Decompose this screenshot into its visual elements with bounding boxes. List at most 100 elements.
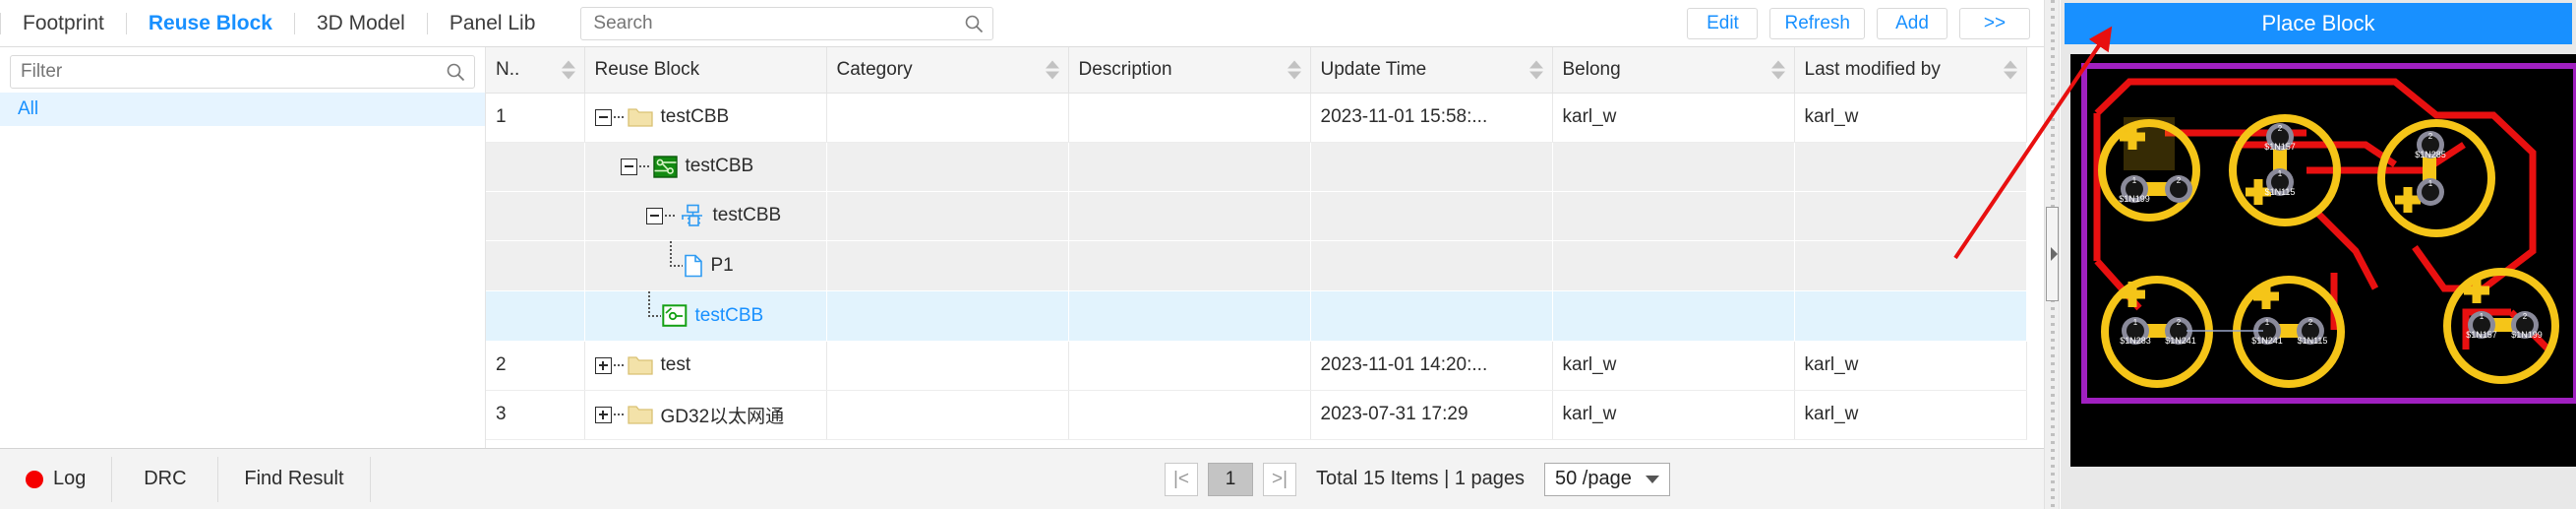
svg-text:1: 1 — [2265, 318, 2270, 327]
tab-find-result[interactable]: Find Result — [218, 456, 371, 502]
first-page-button[interactable]: |< — [1165, 462, 1199, 496]
cell-belong — [1552, 191, 1794, 240]
edit-button[interactable]: Edit — [1687, 7, 1759, 39]
cell-reuse-block[interactable]: testCBB — [584, 93, 827, 143]
cell-belong — [1552, 290, 1794, 341]
column-header-update-time[interactable]: Update Time — [1310, 47, 1553, 94]
cell-reuse-block[interactable]: testCBB — [584, 191, 826, 240]
sort-toggle-belong[interactable] — [1770, 60, 1785, 80]
svg-text:1: 1 — [2133, 318, 2138, 327]
svg-text:2: 2 — [2177, 318, 2182, 327]
column-header-category[interactable]: Category — [826, 47, 1069, 94]
cell-category — [826, 93, 1069, 143]
svg-text:$1N283: $1N283 — [2120, 336, 2151, 346]
svg-text:2: 2 — [2428, 132, 2433, 141]
table-row[interactable]: testCBB — [486, 142, 2026, 191]
svg-text:1: 1 — [2428, 179, 2433, 188]
table-row[interactable]: 3 GD32以太网通 2023-07-31 17:29 karl_w karl_… — [486, 390, 2027, 440]
svg-text:$1N157: $1N157 — [2466, 330, 2497, 340]
sort-toggle-update-time[interactable] — [1528, 60, 1543, 80]
cell-no: 2 — [486, 341, 585, 391]
pcb-preview-canvas[interactable]: 1 2 $1N199 2 $1N157 1 $1N115 2 $1N285 1 … — [2070, 54, 2576, 467]
sort-toggle-description[interactable] — [1287, 60, 1301, 80]
column-header-belong[interactable]: Belong — [1552, 47, 1795, 94]
filter-input[interactable] — [10, 55, 475, 89]
cell-reuse-block[interactable]: GD32以太网通 — [584, 390, 827, 440]
cell-last-modified-by: karl_w — [1794, 341, 2027, 391]
tab-panel-lib[interactable]: Panel Lib — [428, 1, 558, 46]
tab-3d-model[interactable]: 3D Model — [295, 1, 427, 46]
refresh-button[interactable]: Refresh — [1769, 7, 1865, 39]
column-header-description[interactable]: Description — [1068, 47, 1311, 94]
cell-last-modified-by — [1794, 142, 2026, 191]
expander-expand-icon[interactable] — [594, 356, 612, 374]
cell-no — [486, 290, 584, 341]
expander-collapse-icon[interactable] — [645, 207, 663, 224]
cell-description — [1068, 240, 1310, 290]
cell-update-time — [1310, 240, 1552, 290]
tab-footprint[interactable]: Footprint — [1, 1, 126, 46]
expander-expand-icon[interactable] — [594, 406, 612, 423]
more-actions-button[interactable]: >> — [1959, 7, 2030, 39]
cell-no — [486, 142, 584, 191]
current-page-button[interactable]: 1 — [1208, 462, 1254, 496]
page-size-select[interactable]: 50 /page — [1544, 462, 1670, 496]
cell-reuse-block[interactable]: P1 — [584, 240, 826, 290]
column-header-no[interactable]: N.. — [486, 47, 585, 94]
table-row[interactable]: P1 — [486, 240, 2026, 290]
add-button[interactable]: Add — [1877, 7, 1947, 39]
splitter-grip-handle[interactable] — [2046, 207, 2059, 301]
column-header-label: Category — [836, 58, 913, 80]
expander-collapse-icon[interactable] — [620, 158, 637, 175]
tab-log[interactable]: Log — [0, 456, 113, 502]
sort-toggle-category[interactable] — [1045, 60, 1059, 80]
column-header-label: Update Time — [1320, 58, 1427, 80]
tab-drc[interactable]: DRC — [112, 456, 219, 502]
cell-category — [826, 142, 1068, 191]
bottom-status-bar: Log DRC Find Result |< 1 >| Total 15 Ite… — [0, 448, 2044, 509]
search-input[interactable] — [580, 6, 994, 40]
tab-label: DRC — [144, 468, 187, 489]
tab-reuse-block[interactable]: Reuse Block — [127, 1, 294, 46]
cell-reuse-block[interactable]: test — [584, 341, 827, 391]
cell-last-modified-by: karl_w — [1794, 93, 2027, 143]
panel-splitter[interactable] — [2044, 0, 2060, 509]
svg-text:$1N199: $1N199 — [2511, 330, 2543, 340]
expander-collapse-icon[interactable] — [594, 108, 612, 126]
table-row[interactable]: testCBB — [486, 191, 2026, 240]
sort-toggle-last-modified-by[interactable] — [2003, 60, 2017, 80]
svg-text:2: 2 — [2177, 176, 2182, 185]
cell-update-time — [1310, 142, 1552, 191]
column-header-label: Description — [1078, 58, 1172, 80]
sidebar-item-all[interactable]: All — [0, 93, 485, 126]
top-toolbar: Footprint Reuse Block 3D Model Panel Lib… — [0, 0, 2044, 47]
tree-node-label: testCBB — [660, 106, 730, 127]
svg-text:$1N285: $1N285 — [2415, 150, 2446, 159]
pcb-icon — [661, 304, 687, 327]
table-header-row: N.. Reuse Block Category Description Upd… — [486, 47, 2027, 94]
table-row[interactable]: testCBB — [486, 290, 2026, 341]
place-block-button[interactable]: Place Block — [2065, 3, 2572, 44]
cell-category — [826, 390, 1069, 440]
cell-no — [486, 240, 584, 290]
table-row[interactable]: 2 test 2023-11-01 14:20:... karl_w karl_… — [486, 341, 2027, 391]
cell-update-time: 2023-07-31 17:29 — [1310, 390, 1553, 440]
reuse-block-table: N.. Reuse Block Category Description Upd… — [486, 47, 2027, 440]
column-header-reuse-block[interactable]: Reuse Block — [584, 47, 827, 94]
cell-no — [486, 191, 584, 240]
cell-reuse-block[interactable]: testCBB — [584, 142, 826, 191]
cell-reuse-block[interactable]: testCBB — [584, 290, 826, 341]
record-dot-icon — [26, 470, 43, 488]
pagination-summary: Total 15 Items | 1 pages — [1316, 468, 1525, 489]
tab-label: Find Result — [244, 468, 344, 489]
filter-container — [10, 55, 475, 89]
column-header-last-modified-by[interactable]: Last modified by — [1794, 47, 2027, 94]
svg-text:1: 1 — [2480, 312, 2485, 321]
tree-node-label: P1 — [710, 254, 734, 276]
table-row[interactable]: 1 testCBB 2023-11-01 15:58:... karl_w ka… — [486, 93, 2027, 143]
last-page-button[interactable]: >| — [1263, 462, 1297, 496]
sort-toggle-no[interactable] — [561, 60, 575, 80]
tree-connector — [668, 240, 684, 290]
cell-description — [1068, 390, 1311, 440]
cell-last-modified-by — [1794, 290, 2026, 341]
